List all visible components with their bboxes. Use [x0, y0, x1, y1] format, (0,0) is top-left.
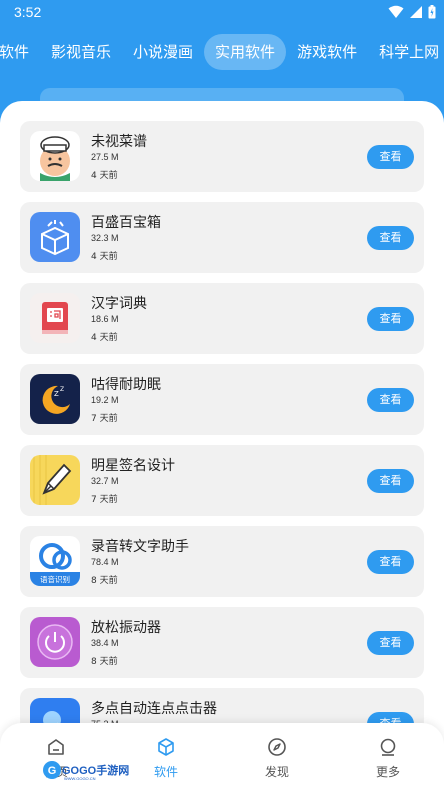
app-list-item[interactable]: 百盛百宝箱 32.3 M 4 天前 查看 — [20, 202, 424, 273]
app-size: 32.3 M — [91, 233, 119, 243]
app-name: 明星签名设计 — [91, 458, 175, 474]
app-update-time: 4 天前 — [91, 333, 118, 343]
app-update-time: 4 天前 — [91, 171, 118, 181]
bottom-navigation: 首页 软件 发现 更多 G GOGO手游网 WWW.GOGO.CN — [0, 723, 444, 791]
icon-label: 语音识别 — [40, 574, 70, 584]
app-list-item[interactable]: 未视菜谱 27.5 M 4 天前 查看 — [20, 121, 424, 192]
tab-novel-comic[interactable]: 小说漫画 — [122, 34, 204, 70]
wifi-icon — [388, 5, 404, 18]
view-button[interactable]: 查看 — [367, 388, 414, 412]
dictionary-icon — [30, 293, 80, 343]
status-time: 3:52 — [14, 4, 42, 20]
app-size: 78.4 M — [91, 557, 119, 567]
power-icon — [30, 617, 80, 667]
watermark-logo: G GOGO手游网 WWW.GOGO.CN — [43, 761, 129, 781]
nav-more-label: 更多 — [375, 765, 400, 779]
moon-sleep-icon: Z Z — [30, 374, 80, 424]
app-update-time: 4 天前 — [91, 252, 118, 262]
app-update-time: 7 天前 — [91, 414, 118, 424]
tab-utility-software[interactable]: 实用软件 — [204, 34, 287, 70]
view-button[interactable]: 查看 — [367, 226, 414, 250]
app-list-item[interactable]: 明星签名设计 32.7 M 7 天前 查看 — [20, 445, 424, 516]
app-update-time: 8 天前 — [91, 657, 118, 667]
app-list-item[interactable]: 汉字词典 18.6 M 4 天前 查看 — [20, 283, 424, 354]
svg-text:WWW.GOGO.CN: WWW.GOGO.CN — [64, 776, 96, 781]
view-button[interactable]: 查看 — [367, 550, 414, 574]
home-icon — [48, 739, 64, 755]
view-button[interactable]: 查看 — [367, 307, 414, 331]
app-name: 录音转文字助手 — [91, 539, 189, 555]
signal-icon — [410, 6, 422, 18]
app-size: 38.4 M — [91, 638, 119, 648]
nav-discover-label: 发现 — [264, 765, 289, 779]
svg-text:GOGO手游网: GOGO手游网 — [62, 763, 129, 777]
view-button[interactable]: 查看 — [367, 631, 414, 655]
user-icon — [380, 738, 396, 756]
app-size: 18.6 M — [91, 314, 119, 324]
battery-icon — [428, 5, 436, 19]
app-size: 27.5 M — [91, 152, 119, 162]
app-name: 未视菜谱 — [91, 134, 147, 150]
view-button[interactable]: 查看 — [367, 469, 414, 493]
app-name: 汉字词典 — [91, 296, 147, 312]
svg-text:G: G — [48, 765, 57, 777]
app-list-item[interactable]: Z Z 咕得耐助眠 19.2 M 7 天前 查看 — [20, 364, 424, 435]
tab-video-music[interactable]: 影视音乐 — [40, 34, 122, 70]
app-size: 19.2 M — [91, 395, 119, 405]
tab-software[interactable]: 软件 — [0, 34, 40, 70]
status-bar: 3:52 — [0, 0, 444, 26]
toolbox-icon — [30, 212, 80, 262]
nav-software[interactable]: 软件 — [136, 737, 196, 780]
svg-text:Z: Z — [60, 386, 64, 393]
nav-more[interactable]: 更多 — [358, 737, 418, 780]
tab-game-software[interactable]: 游戏软件 — [286, 34, 368, 70]
app-list: 未视菜谱 27.5 M 4 天前 查看 百盛百宝箱 32.3 M 4 天前 查看 — [20, 121, 424, 769]
nav-discover[interactable]: 发现 — [247, 737, 307, 780]
app-size: 32.7 M — [91, 476, 119, 486]
app-name: 百盛百宝箱 — [91, 215, 161, 231]
compass-icon — [268, 738, 286, 756]
tab-vpn[interactable]: 科学上网 — [368, 34, 444, 70]
cube-icon — [158, 738, 174, 756]
status-icons — [388, 5, 436, 19]
chef-icon — [30, 131, 80, 181]
app-name: 多点自动连点点击器 — [91, 701, 217, 717]
view-button[interactable]: 查看 — [367, 145, 414, 169]
nav-software-label: 软件 — [153, 765, 178, 779]
voice-recognition-icon: 语音识别 — [30, 536, 80, 586]
app-name: 咕得耐助眠 — [91, 377, 161, 393]
main-content: 未视菜谱 27.5 M 4 天前 查看 百盛百宝箱 32.3 M 4 天前 查看 — [0, 101, 444, 791]
category-tab-bar: 软件 影视音乐 小说漫画 实用软件 游戏软件 科学上网 — [0, 32, 444, 72]
app-list-item[interactable]: 语音识别 录音转文字助手 78.4 M 8 天前 查看 — [20, 526, 424, 597]
app-update-time: 8 天前 — [91, 576, 118, 586]
pen-nib-icon — [30, 455, 80, 505]
app-name: 放松振动器 — [91, 620, 161, 636]
app-list-item[interactable]: 放松振动器 38.4 M 8 天前 查看 — [20, 607, 424, 678]
svg-text:Z: Z — [54, 390, 59, 398]
app-update-time: 7 天前 — [91, 495, 118, 505]
